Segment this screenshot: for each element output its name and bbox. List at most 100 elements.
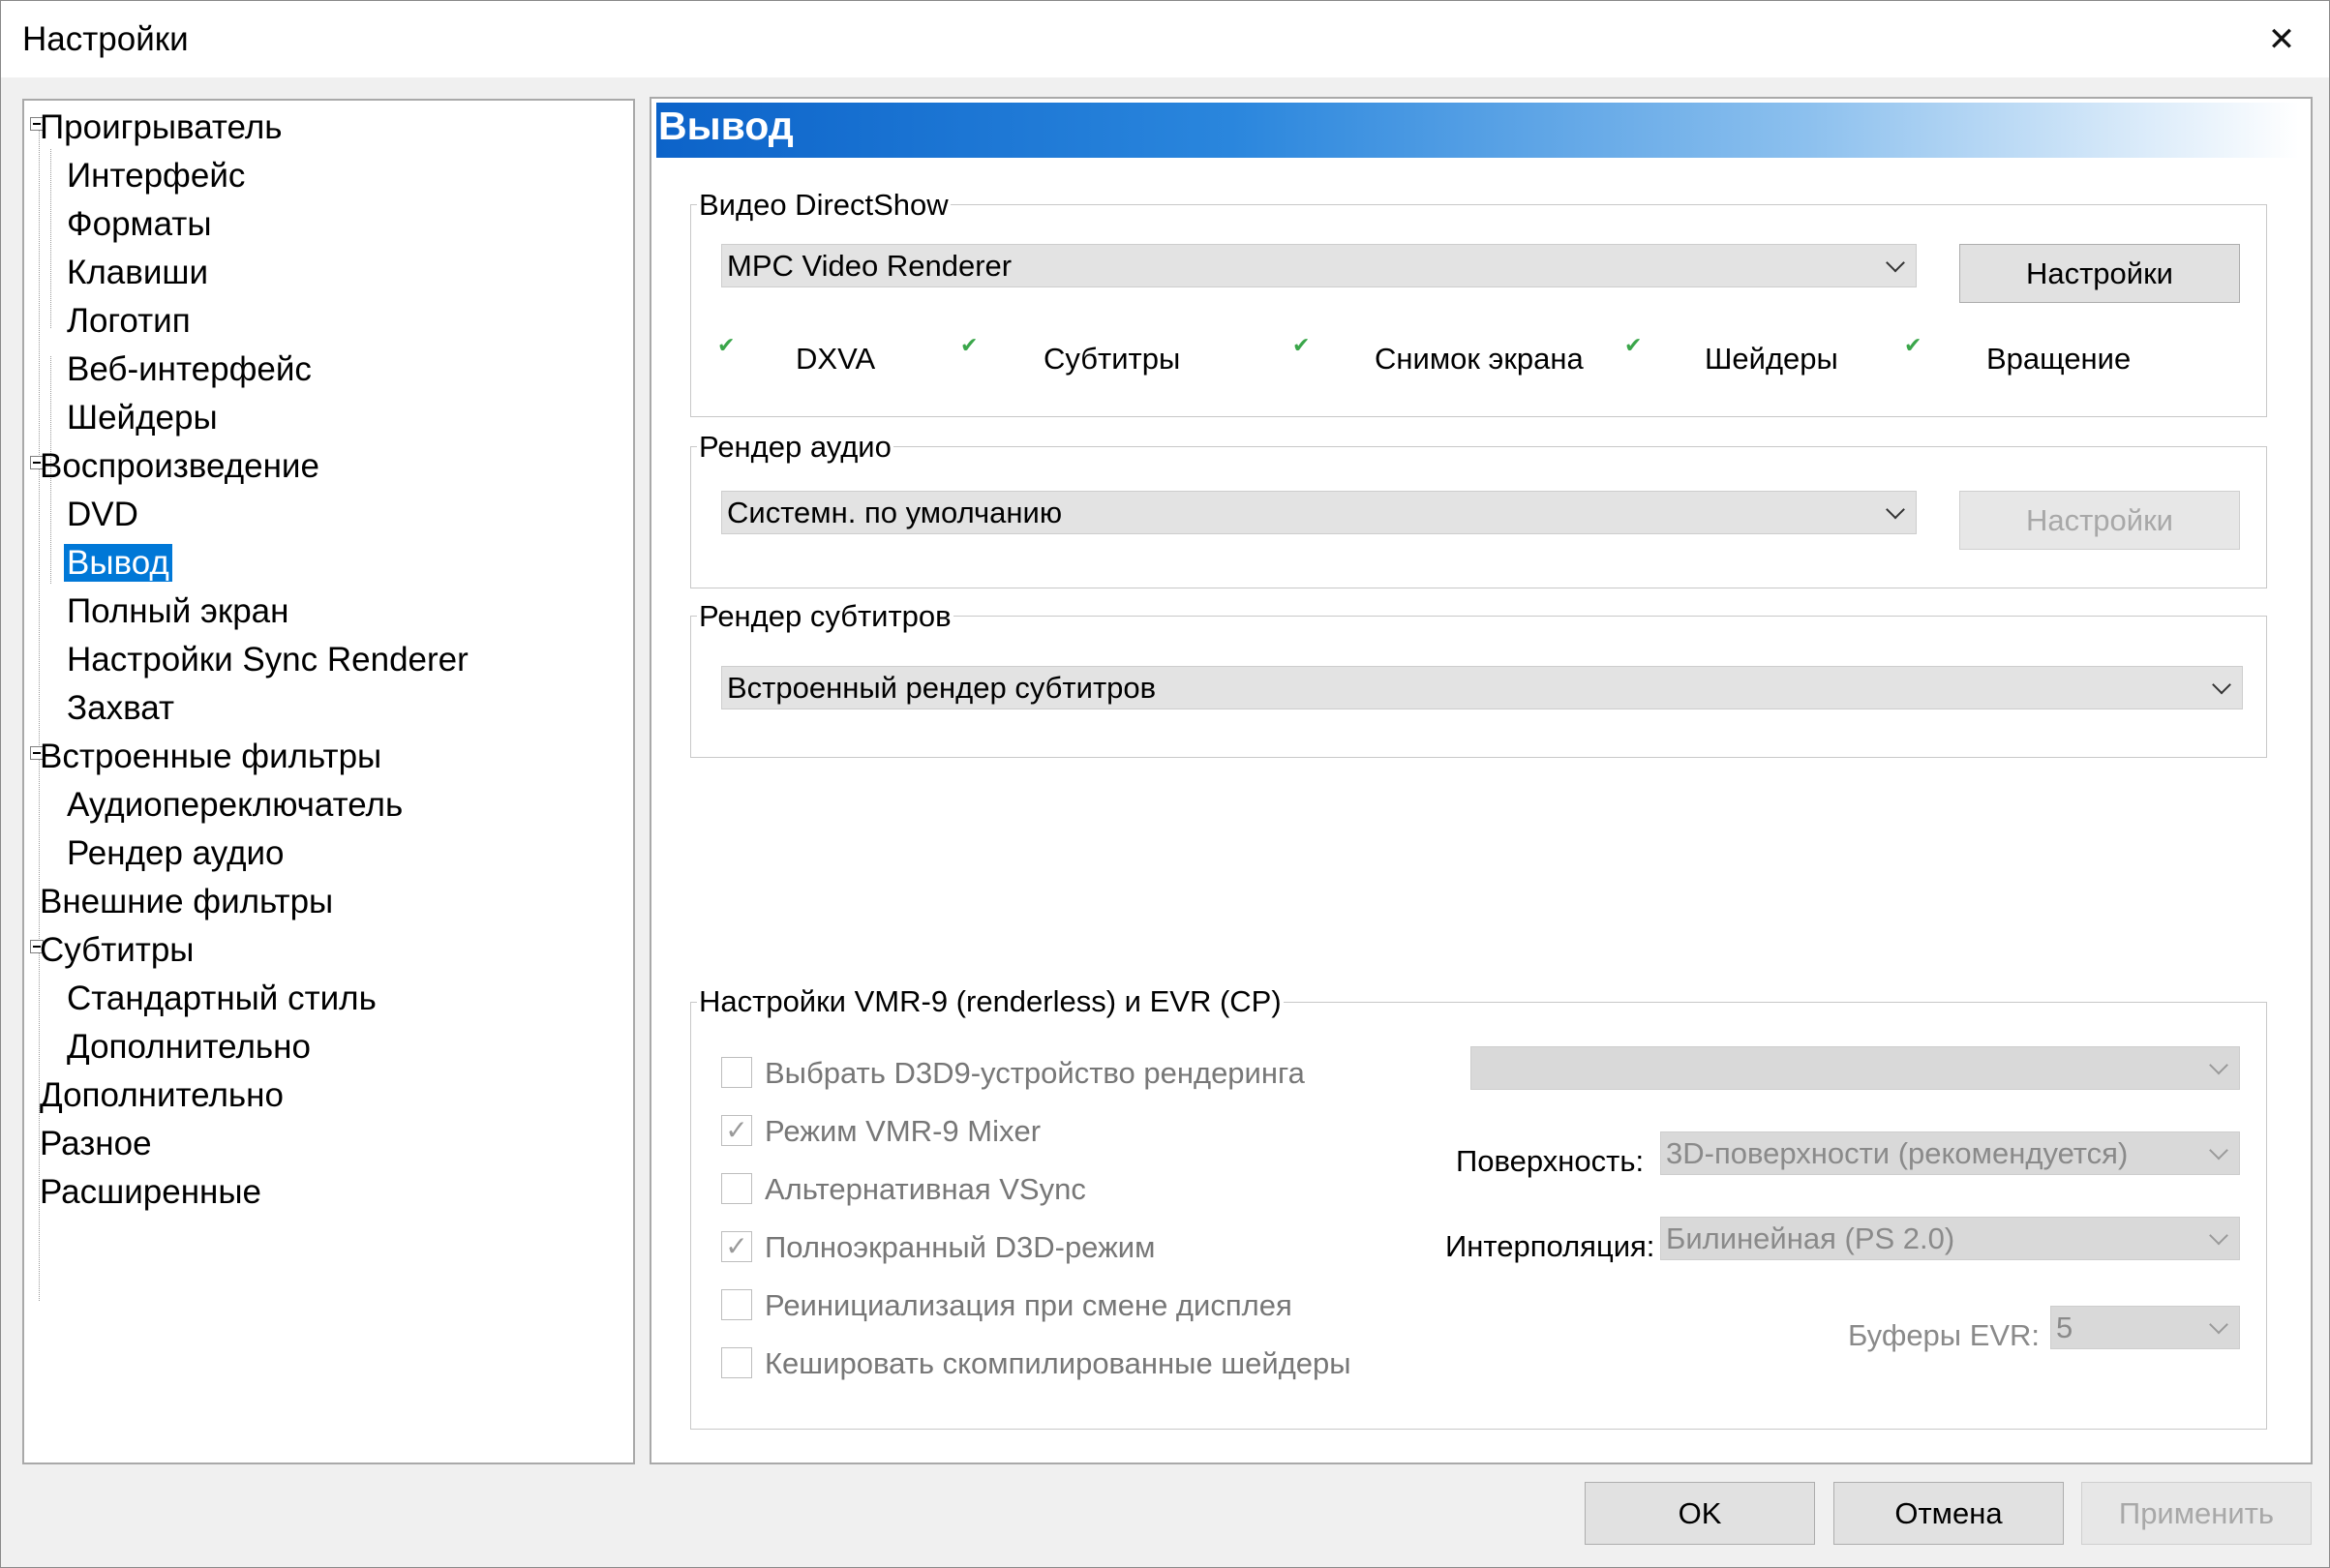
tree-item-output[interactable]: Вывод [64, 541, 172, 586]
alt-vsync-label: Альтернативная VSync [765, 1172, 1086, 1206]
tree-item-label: Форматы [67, 205, 212, 243]
subtitle-renderer-value: Встроенный рендер субтитров [727, 670, 1157, 705]
chevron-down-icon [2209, 1314, 2228, 1334]
tree-item-formats[interactable]: Форматы [67, 202, 212, 247]
d3d9-device-label: Выбрать D3D9-устройство рендеринга [765, 1056, 1305, 1090]
tree-item-label: Разное [40, 1125, 152, 1162]
surface-select[interactable]: 3D-поверхности (рекомендуется) [1660, 1131, 2240, 1175]
tree-item-label: Вывод [64, 544, 172, 582]
audio-settings-button[interactable]: Настройки [1959, 491, 2240, 550]
tree-item-advanced[interactable]: Расширенные [40, 1170, 261, 1215]
feature-subtitles: Субтитры [1044, 342, 1181, 376]
tree-item-dvd[interactable]: DVD [67, 493, 138, 537]
cache-shaders-label: Кешировать скомпилированные шейдеры [765, 1346, 1351, 1380]
tree-item-label: Рендер аудио [67, 834, 285, 872]
feature-shaders: Шейдеры [1705, 342, 1838, 376]
tree-item-fullscreen[interactable]: Полный экран [67, 589, 288, 634]
tree-item-label: Субтитры [40, 931, 195, 969]
tree-item-audio-renderer[interactable]: Рендер аудио [67, 831, 285, 876]
feature-rotation: Вращение [1986, 342, 2132, 376]
vmr9-mixer-label: Режим VMR-9 Mixer [765, 1114, 1042, 1148]
fullscreen-d3d-label: Полноэкранный D3D-режим [765, 1230, 1156, 1264]
tree-item-label: Воспроизведение [40, 447, 319, 485]
tree-item-default-style[interactable]: Стандартный стиль [67, 977, 377, 1021]
tree-item-label: Дополнительно [67, 1028, 311, 1066]
ok-button[interactable]: OK [1585, 1482, 1815, 1545]
cancel-button[interactable]: Отмена [1833, 1482, 2064, 1545]
alt-vsync-checkbox[interactable] [721, 1173, 752, 1204]
tree-item-audio-switcher[interactable]: Аудиопереключатель [67, 783, 403, 828]
tree-item-interface[interactable]: Интерфейс [67, 154, 245, 198]
settings-dialog: Настройки ✕ Проигрыватель Интерфейс Форм… [0, 0, 2330, 1568]
tree-item-subtitles-misc[interactable]: Дополнительно [67, 1025, 311, 1070]
audio-group-label: Рендер аудио [697, 430, 893, 465]
tree-item-label: Расширенные [40, 1173, 261, 1211]
check-icon: ✔ [717, 333, 736, 357]
tree-item-label: Внешние фильтры [40, 883, 334, 920]
check-icon: ✔ [1624, 333, 1643, 357]
chevron-down-icon [1886, 253, 1905, 272]
tree-item-label: Проигрыватель [40, 108, 283, 146]
title-bar: Настройки ✕ [1, 1, 2329, 77]
tree-item-label: Клавиши [67, 254, 209, 291]
surface-label: Поверхность: [1456, 1144, 1645, 1178]
tree-item-label: DVD [67, 496, 138, 533]
apply-button[interactable]: Применить [2081, 1482, 2312, 1545]
video-settings-button[interactable]: Настройки [1959, 244, 2240, 303]
check-icon: ✔ [1292, 333, 1311, 357]
tree-item-label: Стандартный стиль [67, 980, 377, 1017]
tree-item-misc[interactable]: Разное [40, 1122, 152, 1166]
chevron-down-icon [2209, 1140, 2228, 1160]
tree-item-label: Интерфейс [67, 157, 246, 195]
d3d9-device-checkbox[interactable] [721, 1057, 752, 1088]
reinit-display-checkbox[interactable] [721, 1289, 752, 1320]
tree-item-label: Веб-интерфейс [67, 350, 312, 388]
check-icon: ✔ [960, 333, 979, 357]
tree-item-label: Логотип [67, 302, 191, 340]
settings-tree: Проигрыватель Интерфейс Форматы Клавиши … [22, 99, 635, 1464]
fullscreen-d3d-checkbox[interactable]: ✓ [721, 1231, 752, 1262]
chevron-down-icon [2212, 675, 2231, 694]
chevron-down-icon [1886, 499, 1905, 519]
subtitle-group-label: Рендер субтитров [697, 599, 953, 634]
interpolation-value: Билинейная (PS 2.0) [1666, 1221, 1955, 1255]
tree-item-player[interactable]: Проигрыватель [40, 106, 283, 150]
vmr9-mixer-checkbox[interactable]: ✓ [721, 1115, 752, 1146]
d3d9-device-select[interactable] [1470, 1046, 2240, 1090]
reinit-display-label: Реинициализация при смене дисплея [765, 1288, 1292, 1322]
tree-item-logo[interactable]: Логотип [67, 299, 191, 344]
feature-screenshot: Снимок экрана [1375, 342, 1584, 376]
tree-item-playback[interactable]: Воспроизведение [40, 444, 319, 489]
tree-item-internal-filters[interactable]: Встроенные фильтры [40, 735, 381, 779]
tree-item-sync-renderer[interactable]: Настройки Sync Renderer [67, 638, 469, 682]
tree-item-label: Захват [67, 689, 175, 727]
chevron-down-icon [2209, 1225, 2228, 1245]
tree-item-external-filters[interactable]: Внешние фильтры [40, 880, 333, 924]
interpolation-label: Интерполяция: [1445, 1229, 1655, 1263]
tree-item-keys[interactable]: Клавиши [67, 251, 208, 295]
page-title: Вывод [658, 104, 794, 148]
evr-buffers-select[interactable]: 5 [2050, 1306, 2240, 1349]
vmr-group-label: Настройки VMR-9 (renderless) и EVR (CP) [697, 984, 1284, 1019]
video-renderer-select[interactable]: MPC Video Renderer [721, 244, 1917, 287]
tree-item-subtitles[interactable]: Субтитры [40, 928, 194, 973]
tree-item-label: Аудиопереключатель [67, 786, 404, 824]
cache-shaders-checkbox[interactable] [721, 1347, 752, 1378]
video-renderer-value: MPC Video Renderer [727, 248, 1013, 283]
tree-item-web-interface[interactable]: Веб-интерфейс [67, 347, 312, 392]
close-icon[interactable]: ✕ [2247, 1, 2316, 77]
evr-buffers-label: Буферы EVR: [1848, 1318, 2041, 1352]
subtitle-renderer-select[interactable]: Встроенный рендер субтитров [721, 666, 2243, 709]
tree-line [50, 149, 51, 328]
tree-item-capture[interactable]: Захват [67, 686, 174, 731]
tree-item-additional[interactable]: Дополнительно [40, 1073, 284, 1118]
video-group [690, 204, 2267, 417]
tree-item-label: Шейдеры [67, 399, 218, 437]
audio-renderer-value: Системн. по умолчанию [727, 495, 1063, 529]
audio-renderer-select[interactable]: Системн. по умолчанию [721, 491, 1917, 534]
window-title: Настройки [22, 20, 189, 58]
tree-item-shaders[interactable]: Шейдеры [67, 396, 218, 440]
interpolation-select[interactable]: Билинейная (PS 2.0) [1660, 1217, 2240, 1260]
video-group-label: Видео DirectShow [697, 188, 951, 223]
surface-value: 3D-поверхности (рекомендуется) [1666, 1135, 2129, 1170]
